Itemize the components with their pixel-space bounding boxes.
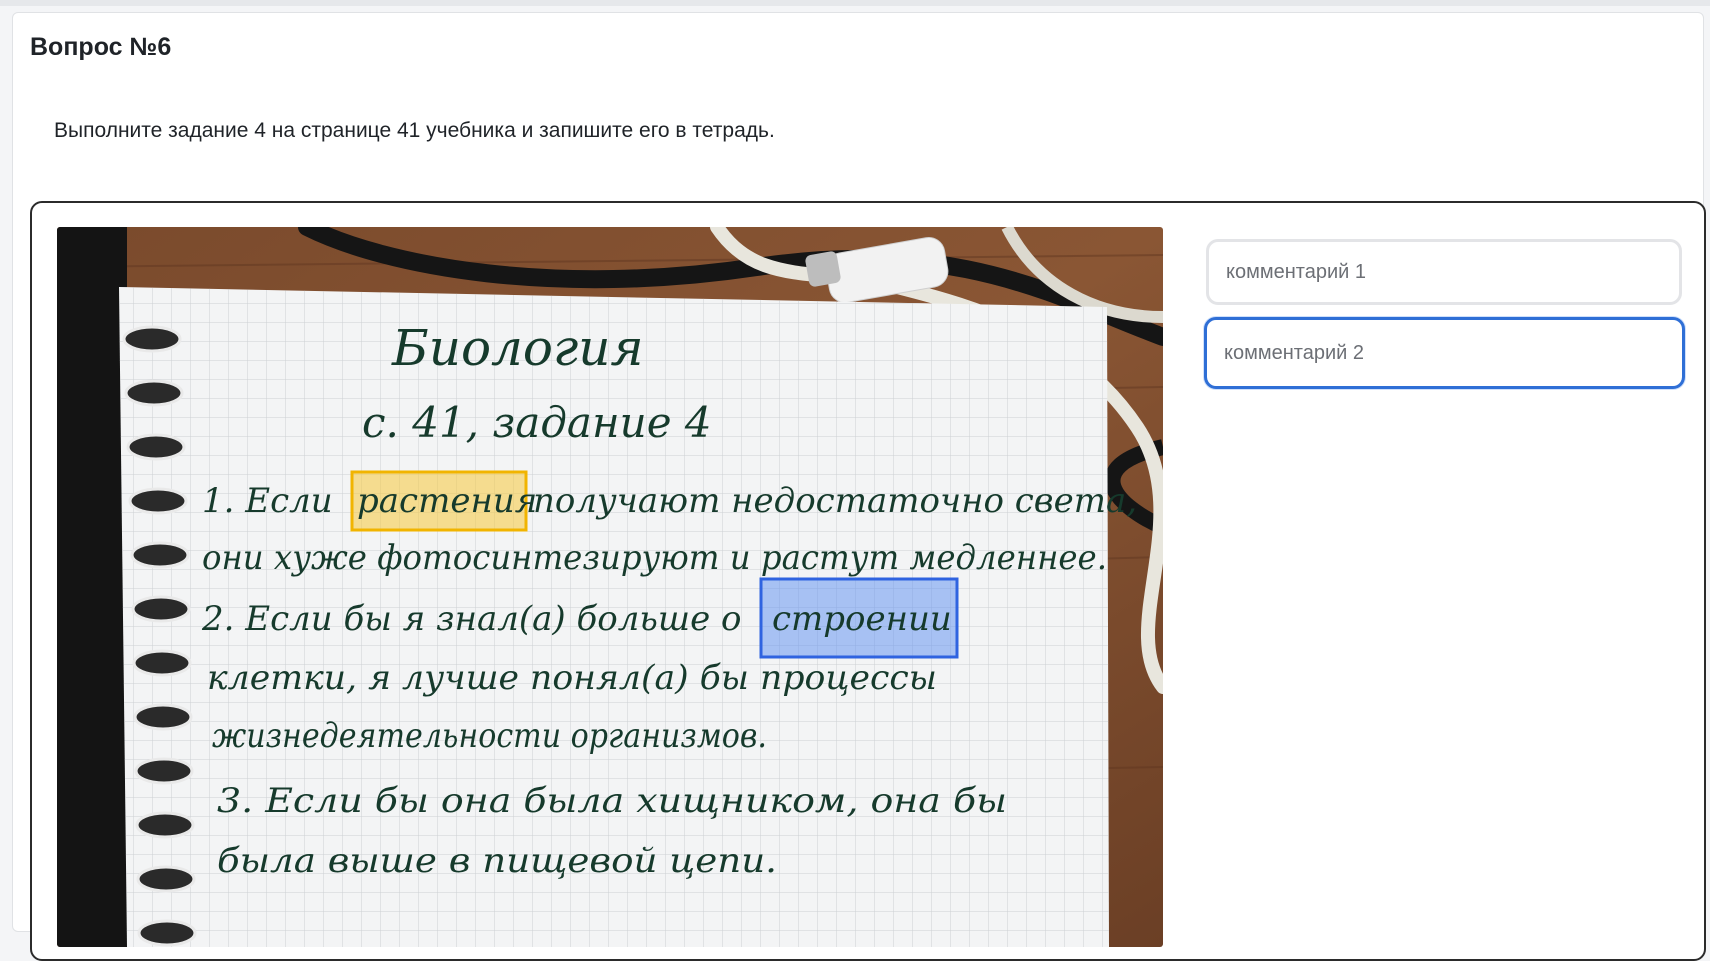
line-7: была выше в пищевой цепи.	[217, 841, 777, 881]
svg-text:2. Если бы я знал(а) больше о: 2. Если бы я знал(а) больше о строении	[201, 599, 952, 639]
line-1-rest: получают недостаточно света,	[533, 481, 1137, 521]
svg-text:1. Если растения: 1. Если растения получают недостаточно с…	[202, 481, 1137, 521]
line-3-highlight: строении	[772, 599, 952, 639]
question-card: Вопрос №6 Выполните задание 4 на страниц…	[12, 12, 1706, 961]
line-6: 3. Если бы она была хищником, она бы	[217, 781, 1007, 821]
line-4: клетки, я лучше понял(а) бы процессы	[207, 658, 937, 698]
line-3-prefix: 2. Если бы я знал(а) больше о	[201, 599, 741, 639]
notebook-heading: Биология	[391, 319, 644, 377]
line-5: жизнедеятельности организмов.	[212, 716, 767, 756]
comment-1-input[interactable]	[1206, 239, 1682, 305]
answer-frame: Биология с. 41, задание 4 1. Если растен…	[30, 201, 1706, 961]
notebook-photo[interactable]: Биология с. 41, задание 4 1. Если растен…	[57, 227, 1163, 947]
line-2: они хуже фотосинтезируют и растут медлен…	[202, 538, 1107, 578]
comment-2-input[interactable]	[1204, 317, 1685, 389]
question-title: Вопрос №6	[30, 33, 172, 61]
notebook-subheading: с. 41, задание 4	[362, 398, 712, 447]
question-text: Выполните задание 4 на странице 41 учебн…	[54, 119, 775, 142]
line-1-prefix: 1. Если	[202, 481, 333, 521]
line-1-highlight: растения	[357, 481, 537, 521]
comments-panel	[1204, 239, 1685, 401]
top-divider	[0, 0, 1710, 6]
